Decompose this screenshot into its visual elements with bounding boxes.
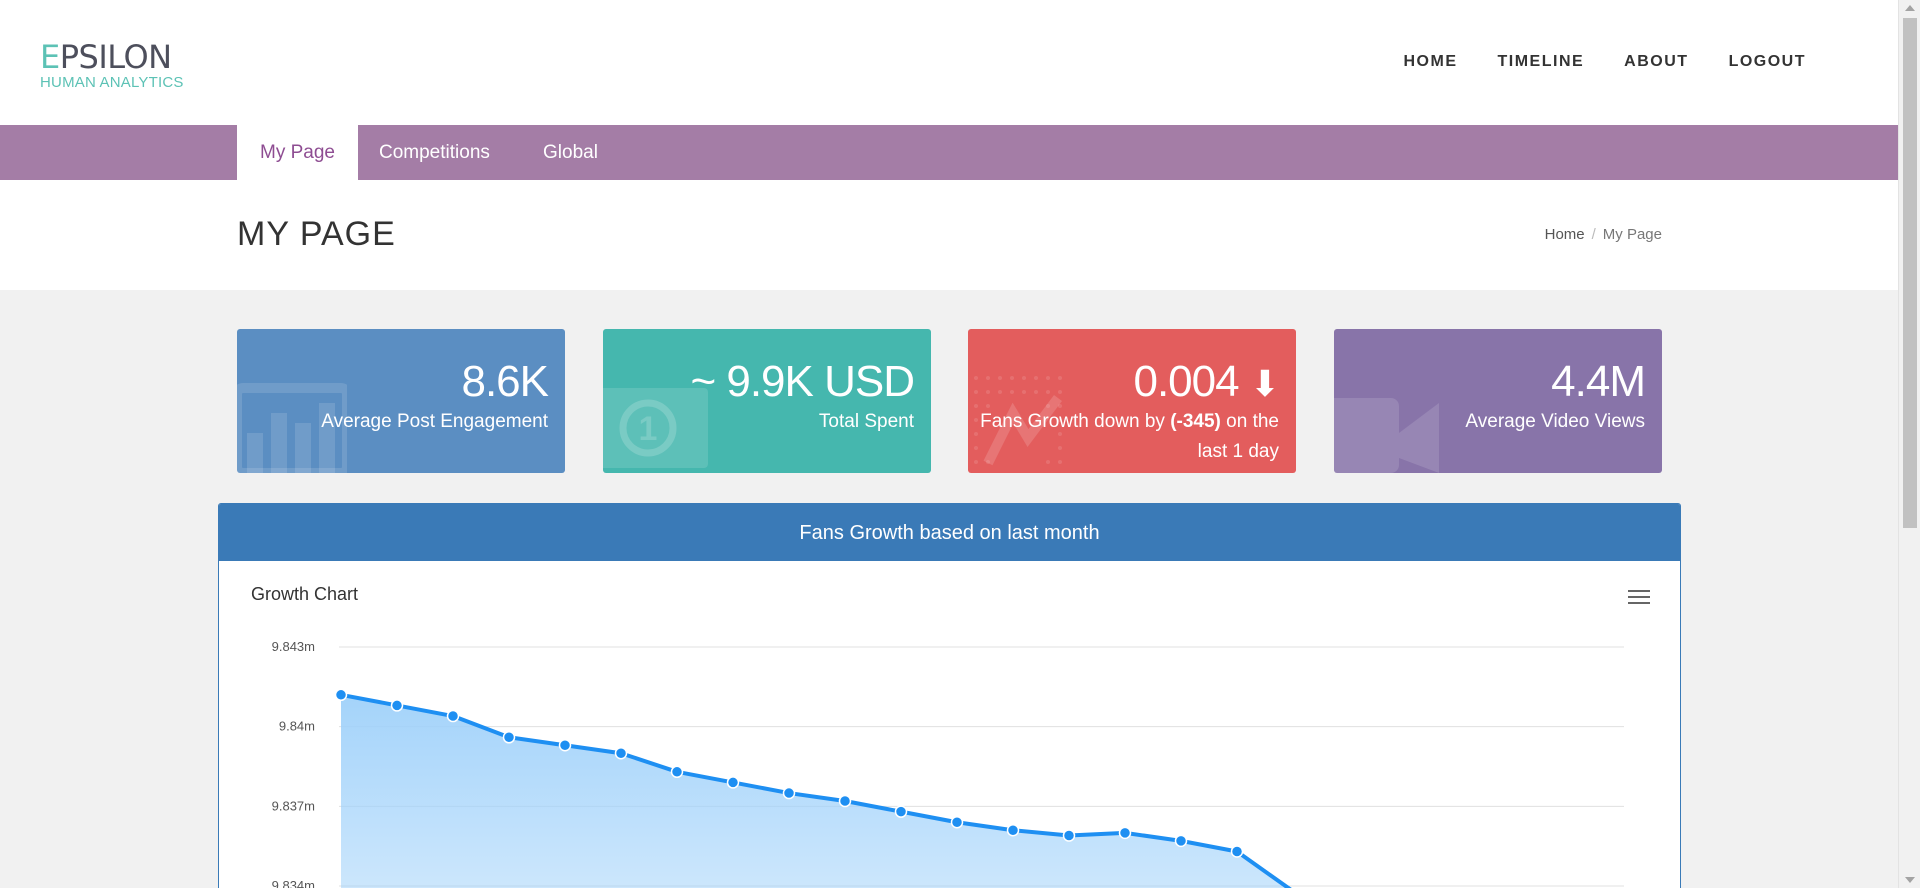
tab-competitions[interactable]: Competitions	[356, 125, 513, 180]
fans-growth-value: 0.004	[1133, 357, 1239, 406]
data-point[interactable]	[334, 688, 348, 702]
chart-title: Growth Chart	[251, 584, 359, 604]
section-tabs: My Page Competitions Global	[0, 125, 1898, 180]
y-tick-label: 9.84m	[279, 719, 315, 734]
page-title: MY PAGE	[237, 215, 396, 253]
breadcrumb-current: My Page	[1602, 226, 1662, 243]
y-tick-label: 9.837m	[272, 798, 315, 813]
data-point[interactable]	[1118, 826, 1132, 840]
nav-home[interactable]: HOME	[1404, 53, 1458, 71]
video-views-label: Average Video Views	[1465, 411, 1645, 432]
breadcrumb-separator: /	[1591, 226, 1596, 243]
page-title-bar: MY PAGE Home / My Page	[0, 180, 1898, 290]
tab-my-page[interactable]: My Page	[237, 125, 358, 180]
total-spent-label: Total Spent	[818, 411, 914, 432]
page-scrollbar[interactable]	[1898, 0, 1920, 888]
stat-card-video-views: 4.4M Average Video Views	[1334, 329, 1662, 473]
data-point[interactable]	[390, 699, 404, 712]
nav-logout[interactable]: LOGOUT	[1729, 53, 1806, 71]
logo-text: PSILON	[59, 38, 172, 76]
growth-chart: 9.843m 9.84m 9.837m 9.834m	[272, 639, 1624, 888]
scroll-down-icon[interactable]	[1905, 877, 1915, 883]
nav-timeline[interactable]: TIMELINE	[1498, 53, 1585, 71]
data-point[interactable]	[894, 805, 908, 818]
scroll-up-icon[interactable]	[1905, 5, 1915, 11]
video-camera-icon	[1334, 398, 1439, 473]
data-point[interactable]	[838, 794, 852, 808]
tab-global[interactable]: Global	[520, 125, 621, 180]
fans-growth-delta: (-345)	[1170, 411, 1221, 432]
logo-first-letter: E	[40, 38, 60, 76]
data-point[interactable]	[446, 709, 460, 723]
data-point[interactable]	[1230, 845, 1244, 858]
stat-card-total-spent: 1 ~ 9.9K USD Total Spent	[603, 329, 931, 473]
fans-growth-panel: Fans Growth based on last month 9.843m 9.…	[218, 503, 1681, 888]
data-point[interactable]	[670, 765, 684, 779]
chart-menu-icon[interactable]	[1628, 590, 1650, 606]
y-tick-label: 9.843m	[272, 639, 315, 654]
logo[interactable]: EPSILON HUMAN ANALYTICS	[40, 40, 184, 91]
breadcrumb: Home / My Page	[1545, 226, 1662, 243]
data-point[interactable]	[502, 731, 516, 744]
site-header: EPSILON HUMAN ANALYTICS HOME TIMELINE AB…	[0, 0, 1898, 125]
y-tick-label: 9.834m	[272, 878, 315, 888]
svg-text:1: 1	[639, 410, 658, 448]
stat-card-fans-growth: 0.004 ⬇ Fans Growth down by (-345) on th…	[968, 329, 1296, 473]
data-point[interactable]	[1174, 834, 1188, 848]
total-spent-value: ~ 9.9K USD	[690, 357, 915, 406]
data-point[interactable]	[1006, 823, 1020, 837]
breadcrumb-home[interactable]: Home	[1545, 226, 1585, 243]
data-point[interactable]	[614, 746, 628, 760]
top-navigation: HOME TIMELINE ABOUT LOGOUT	[1404, 53, 1807, 71]
video-views-value: 4.4M	[1551, 357, 1646, 406]
data-point[interactable]	[558, 739, 572, 752]
arrow-down-icon: ⬇	[1249, 363, 1280, 404]
stat-card-engagement: 8.6K Average Post Engagement	[237, 329, 565, 473]
fans-growth-label: Fans Growth down by (-345) on the last 1…	[980, 411, 1279, 462]
data-point[interactable]	[950, 816, 964, 829]
nav-about[interactable]: ABOUT	[1624, 53, 1688, 71]
series-area	[341, 694, 1289, 888]
data-point[interactable]	[782, 786, 796, 800]
engagement-value: 8.6K	[461, 357, 549, 406]
engagement-label: Average Post Engagement	[321, 411, 548, 432]
data-point[interactable]	[1062, 829, 1076, 842]
logo-subtitle: HUMAN ANALYTICS	[40, 74, 184, 91]
scrollbar-thumb[interactable]	[1903, 18, 1917, 528]
data-point[interactable]	[726, 776, 740, 789]
